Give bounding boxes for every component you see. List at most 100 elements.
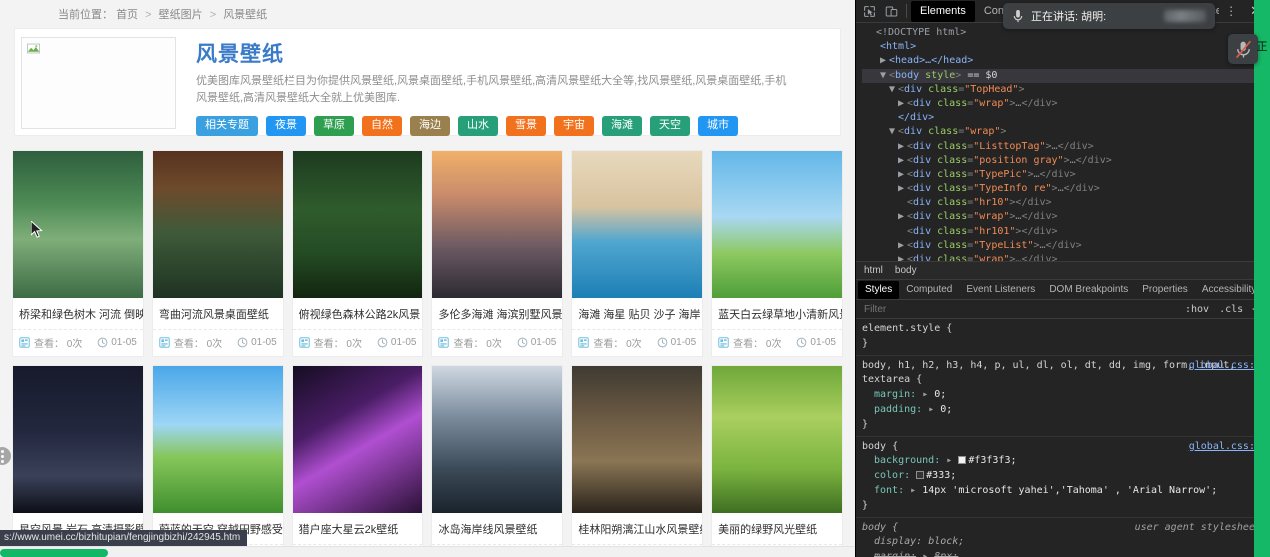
styles-filter-input[interactable] [862, 303, 1180, 316]
dom-tree[interactable]: <!DOCTYPE html> <html>▶<head>…</head>▼<b… [856, 23, 1270, 261]
css-declaration[interactable]: font: ▸ 14px 'microsoft yahei','Tahoma' … [862, 484, 1270, 499]
tag-6[interactable]: 山水 [458, 116, 498, 136]
device-toolbar-icon[interactable] [880, 1, 902, 22]
dom-node-line[interactable]: ▼<body style> == $0 [862, 69, 1270, 83]
wallpaper-thumbnail[interactable] [432, 366, 562, 513]
dom-crumb-body[interactable]: body [895, 265, 917, 276]
wallpaper-thumbnail[interactable] [712, 151, 842, 298]
wallpaper-title[interactable]: 弯曲河流风景桌面壁纸 [153, 298, 283, 330]
tag-4[interactable]: 自然 [362, 116, 402, 136]
dom-node-line[interactable]: ▶<div class="wrap">…</div> [862, 253, 1270, 261]
wallpaper-card[interactable]: 星空风景 岩石 高清摄影壁 查看： 0次 01-05 [12, 365, 144, 557]
styles-subtab-dom-breakpoints[interactable]: DOM Breakpoints [1042, 281, 1135, 299]
expand-arrow-icon[interactable]: ▶ [898, 210, 907, 224]
expand-arrow-icon[interactable]: ▶ [898, 97, 907, 111]
css-rule[interactable]: global.css:2body {background: ▸ #f3f3f3;… [856, 437, 1270, 518]
tag-8[interactable]: 宇宙 [554, 116, 594, 136]
expand-arrow-icon[interactable]: ▶ [898, 168, 907, 182]
dom-node-line[interactable]: ▶<div class="TypeList">…</div> [862, 239, 1270, 253]
tag-1[interactable]: 相关专题 [196, 116, 258, 136]
dom-node-line[interactable]: ▶<div class="TypePic">…</div> [862, 168, 1270, 182]
wallpaper-thumbnail[interactable] [293, 366, 423, 513]
expand-arrow-icon[interactable]: ▶ [898, 239, 907, 253]
expand-arrow-icon[interactable]: ▶ [898, 140, 907, 154]
css-rule[interactable]: element.style {} [856, 319, 1270, 356]
wallpaper-card[interactable]: 弯曲河流风景桌面壁纸 查看： 0次 01-05 [152, 150, 284, 357]
tag-3[interactable]: 草原 [314, 116, 354, 136]
css-declaration[interactable]: background: ▸ #f3f3f3; [862, 454, 1270, 469]
dom-node-line[interactable]: <html> [862, 40, 1270, 54]
styles-pane[interactable]: element.style {}global.css:5body, h1, h2… [856, 319, 1270, 557]
devtools-tab-elements[interactable]: Elements [911, 1, 975, 22]
hover-state-button[interactable]: :hov [1180, 304, 1214, 315]
tag-7[interactable]: 雪景 [506, 116, 546, 136]
wallpaper-thumbnail[interactable] [153, 366, 283, 513]
wallpaper-title[interactable]: 蓝天白云绿草地小清新风景 [712, 298, 842, 330]
wallpaper-card[interactable]: 蔚蓝的天空,穿越田野感受 查看： 0次 01-05 [152, 365, 284, 557]
scroll-nav-handle[interactable] [0, 447, 11, 465]
wallpaper-thumbnail[interactable] [712, 366, 842, 513]
dom-node-line[interactable]: ▶<div class="position gray">…</div> [862, 154, 1270, 168]
css-declaration[interactable]: color: #333; [862, 469, 1270, 484]
wallpaper-title[interactable]: 美丽的绿野风光壁纸 [712, 513, 842, 545]
tag-5[interactable]: 海边 [410, 116, 450, 136]
wallpaper-thumbnail[interactable] [13, 151, 143, 298]
tag-11[interactable]: 城市 [698, 116, 738, 136]
styles-subtab-computed[interactable]: Computed [899, 281, 959, 299]
dom-node-line[interactable]: ▶<head>…</head> [862, 54, 1270, 68]
wallpaper-thumbnail[interactable] [293, 151, 423, 298]
wallpaper-card[interactable]: 桂林阳朔漓江山水风景壁纸 查看： 0次 01-04 [571, 365, 703, 557]
wallpaper-title[interactable]: 冰岛海岸线风景壁纸 [432, 513, 562, 545]
dom-node-line[interactable]: </div> [862, 111, 1270, 125]
color-swatch[interactable] [916, 471, 924, 479]
css-rule-source[interactable]: global.css:2 [1189, 440, 1261, 455]
wallpaper-thumbnail[interactable] [153, 151, 283, 298]
styles-subtab-event-listeners[interactable]: Event Listeners [959, 281, 1042, 299]
horizontal-scrollbar[interactable] [0, 546, 855, 557]
dom-node-line[interactable]: ▶<div class="wrap">…</div> [862, 97, 1270, 111]
dom-node-line[interactable]: ▼<div class="TopHead"> [862, 83, 1270, 97]
dom-node-line[interactable]: ▶<div class="ListtopTag">…</div> [862, 140, 1270, 154]
wallpaper-thumbnail[interactable] [432, 151, 562, 298]
breadcrumb-item-home[interactable]: 首页 [116, 9, 138, 21]
wallpaper-thumbnail[interactable] [13, 366, 143, 513]
css-declaration[interactable]: margin: ▸ 0; [862, 388, 1270, 403]
styles-subtab-accessibility[interactable]: Accessibility [1195, 281, 1263, 299]
expand-arrow-icon[interactable]: ▶ [898, 182, 907, 196]
expand-arrow-icon[interactable]: ▼ [889, 83, 898, 97]
wallpaper-thumbnail[interactable] [572, 151, 702, 298]
scrollbar-thumb[interactable] [0, 549, 108, 557]
dom-node-line[interactable]: ▼<div class="wrap"> [862, 125, 1270, 139]
tag-10[interactable]: 天空 [650, 116, 690, 136]
css-declaration[interactable]: padding: ▸ 0; [862, 403, 1270, 418]
dom-node-line[interactable]: <div class="hr10"></div> [862, 196, 1270, 210]
tag-9[interactable]: 海滩 [602, 116, 642, 136]
class-editor-button[interactable]: .cls [1214, 304, 1248, 315]
wallpaper-card[interactable]: 桥梁和绿色树木 河流 倒映 查看： 0次 01-05 [12, 150, 144, 357]
css-rule-source[interactable]: global.css:5 [1189, 359, 1261, 374]
dom-node-line[interactable]: ▶<div class="TypeInfo re">…</div> [862, 182, 1270, 196]
css-rule[interactable]: user agent stylesheetbody {display: bloc… [856, 518, 1270, 557]
wallpaper-title[interactable]: 桥梁和绿色树木 河流 倒映 [13, 298, 143, 330]
wallpaper-title[interactable]: 海滩 海星 贴贝 沙子 海岸 [572, 298, 702, 330]
css-declaration[interactable]: display: block; [862, 535, 1270, 550]
wallpaper-title[interactable]: 俯视绿色森林公路2k风景 [293, 298, 423, 330]
wallpaper-card[interactable]: 海滩 海星 贴贝 沙子 海岸 查看： 0次 01-05 [571, 150, 703, 357]
wallpaper-card[interactable]: 冰岛海岸线风景壁纸 查看： 0次 01-05 [431, 365, 563, 557]
wallpaper-thumbnail[interactable] [572, 366, 702, 513]
inspect-element-icon[interactable] [858, 1, 880, 22]
dom-node-line[interactable]: <div class="hr101"></div> [862, 225, 1270, 239]
expand-arrow-icon[interactable]: ▶ [898, 253, 907, 261]
dom-crumb-html[interactable]: html [864, 265, 883, 276]
breadcrumb-item-scenery[interactable]: 风景壁纸 [223, 9, 267, 21]
expand-arrow-icon[interactable]: ▶ [898, 154, 907, 168]
expand-arrow-icon[interactable]: ▶ [880, 54, 889, 68]
css-rule[interactable]: global.css:5body, h1, h2, h3, h4, p, ul,… [856, 356, 1270, 437]
styles-subtab-properties[interactable]: Properties [1135, 281, 1195, 299]
dom-node-line[interactable]: ▶<div class="wrap">…</div> [862, 210, 1270, 224]
color-swatch[interactable] [958, 456, 966, 464]
wallpaper-title[interactable]: 桂林阳朔漓江山水风景壁纸 [572, 513, 702, 545]
styles-subtab-styles[interactable]: Styles [858, 281, 899, 299]
expand-arrow-icon[interactable]: ▼ [880, 69, 889, 83]
wallpaper-title[interactable]: 猎户座大星云2k壁纸 [293, 513, 423, 545]
